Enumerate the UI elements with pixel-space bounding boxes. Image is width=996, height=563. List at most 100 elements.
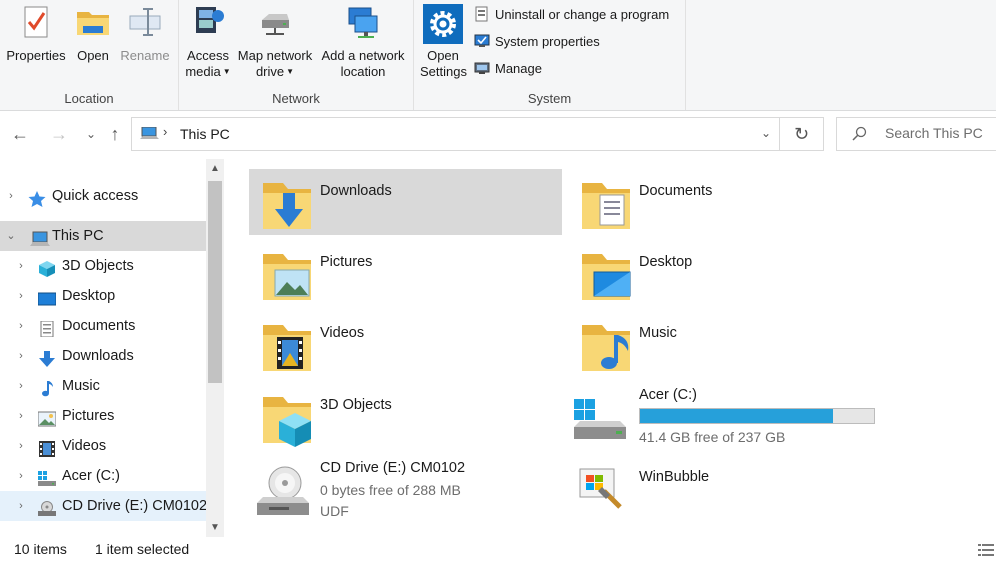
forward-button[interactable]: →: [48, 123, 70, 145]
videos-folder-icon: [259, 317, 315, 375]
nav-item-videos[interactable]: › Videos: [0, 431, 206, 461]
winbubble-icon: [576, 465, 632, 523]
folder-tile-3d-objects[interactable]: 3D Objects: [249, 383, 562, 449]
properties-icon: [18, 4, 54, 40]
chevron-right-icon[interactable]: ›: [14, 401, 28, 431]
chevron-right-icon[interactable]: ›: [14, 341, 28, 371]
nav-item-documents[interactable]: › Documents: [0, 311, 206, 341]
chevron-right-icon[interactable]: ›: [4, 181, 18, 211]
network-drive-icon: [257, 4, 293, 40]
folder-tile-videos[interactable]: Videos: [249, 311, 562, 377]
chevron-right-icon[interactable]: ›: [14, 461, 28, 491]
nav-item-this-pc[interactable]: ⌄ This PC: [0, 221, 206, 251]
drive-tile-cd-drive[interactable]: CD Drive (E:) CM0102 0 bytes free of 288…: [249, 455, 562, 527]
content-view: Downloads Documents Pictures Desktop Vid…: [224, 159, 996, 537]
app-tile-winbubble[interactable]: WinBubble: [568, 455, 881, 521]
folder-tile-documents[interactable]: Documents: [568, 169, 881, 235]
address-bar[interactable]: › This PC ⌄: [131, 117, 780, 151]
status-selection-count: 1 item selected: [95, 541, 190, 557]
documents-folder-icon: [578, 175, 634, 233]
gear-icon: [423, 4, 463, 44]
nav-item-music[interactable]: › Music: [0, 371, 206, 401]
nav-item-cd-drive[interactable]: › CD Drive (E:) CM0102: [0, 491, 206, 521]
drive-usage-bar: [639, 408, 875, 424]
access-media-button[interactable]: Access media ▼: [183, 4, 233, 80]
properties-button[interactable]: Properties: [4, 4, 68, 64]
details-view-icon[interactable]: [978, 543, 994, 557]
film-icon: [38, 438, 56, 457]
chevron-right-icon[interactable]: ›: [14, 311, 28, 341]
download-arrow-icon: [38, 348, 56, 367]
chevron-right-icon[interactable]: ›: [14, 281, 28, 311]
this-pc-icon: [30, 228, 50, 246]
chevron-down-icon[interactable]: ⌄: [4, 221, 18, 251]
system-properties-button[interactable]: System properties: [474, 32, 600, 52]
open-button[interactable]: Open: [72, 4, 114, 64]
document-icon: [38, 318, 56, 338]
back-button[interactable]: ←: [9, 123, 31, 145]
cd-drive-icon: [255, 463, 311, 521]
ribbon-group-location: Properties Open Rename Location: [0, 0, 179, 110]
nav-item-downloads[interactable]: › Downloads: [0, 341, 206, 371]
scroll-down-icon[interactable]: ▼: [206, 522, 224, 533]
drive-free-space: 41.4 GB free of 237 GB: [639, 429, 786, 445]
status-bar: 10 items 1 item selected: [0, 537, 996, 563]
search-input[interactable]: [883, 124, 996, 142]
search-box[interactable]: [836, 117, 996, 151]
nav-pane-scrollbar[interactable]: ▲ ▼: [206, 159, 224, 537]
cube-icon: [38, 258, 56, 277]
computer-manage-icon: [474, 60, 490, 76]
nav-item-desktop[interactable]: › Desktop: [0, 281, 206, 311]
map-network-drive-button[interactable]: Map network drive ▼: [235, 4, 315, 80]
chevron-down-icon: ▼: [222, 67, 231, 76]
up-button[interactable]: ↑: [104, 123, 126, 145]
scroll-up-icon[interactable]: ▲: [206, 163, 224, 174]
rename-icon: [127, 4, 163, 40]
nav-item-pictures[interactable]: › Pictures: [0, 401, 206, 431]
open-settings-button[interactable]: Open Settings: [420, 4, 467, 80]
folder-tile-desktop[interactable]: Desktop: [568, 240, 881, 306]
windows-drive-icon: [572, 397, 628, 455]
music-note-icon: [38, 378, 56, 397]
breadcrumb-chevron-icon[interactable]: ›: [163, 124, 167, 139]
folder-tile-pictures[interactable]: Pictures: [249, 240, 562, 306]
breadcrumb-this-pc[interactable]: This PC: [180, 126, 230, 142]
media-icon: [190, 4, 226, 40]
folder-tile-music[interactable]: Music: [568, 311, 881, 377]
open-folder-icon: [75, 4, 111, 40]
this-pc-icon: [140, 126, 160, 144]
status-item-count: 10 items: [14, 541, 67, 557]
refresh-button[interactable]: ↻: [780, 117, 824, 151]
star-icon: [28, 188, 46, 207]
uninstall-program-button[interactable]: Uninstall or change a program: [474, 5, 669, 25]
nav-item-3d-objects[interactable]: › 3D Objects: [0, 251, 206, 281]
navigation-bar: ← → ⌄ ↑ › This PC ⌄ ↻: [0, 111, 996, 159]
cd-drive-icon: [38, 498, 56, 516]
address-history-dropdown[interactable]: ⌄: [761, 126, 771, 140]
folder-tile-downloads[interactable]: Downloads: [249, 169, 562, 235]
chevron-right-icon[interactable]: ›: [14, 251, 28, 281]
system-properties-icon: [474, 33, 490, 49]
add-network-location-button[interactable]: Add a network location: [317, 4, 409, 80]
group-label-location: Location: [64, 91, 114, 106]
refresh-icon: ↻: [793, 124, 810, 144]
chevron-right-icon[interactable]: ›: [14, 431, 28, 461]
group-label-network: Network: [272, 91, 320, 106]
navigation-pane: › Quick access ⌄ This PC › 3D Objects › …: [0, 159, 206, 537]
drive-tile-acer-c[interactable]: Acer (C:) 41.4 GB free of 237 GB: [568, 383, 881, 453]
nav-item-acer-c[interactable]: › Acer (C:): [0, 461, 206, 491]
manage-button[interactable]: Manage: [474, 59, 542, 79]
ribbon-group-network: Access media ▼ Map network drive ▼ Add a…: [179, 0, 414, 110]
cd-file-system: UDF: [320, 503, 349, 519]
music-folder-icon: [578, 317, 634, 375]
rename-button[interactable]: Rename: [118, 4, 172, 64]
nav-item-quick-access[interactable]: › Quick access: [0, 181, 206, 211]
group-label-system: System: [527, 91, 572, 106]
recent-locations-button[interactable]: ⌄: [80, 123, 102, 145]
scrollbar-thumb[interactable]: [208, 181, 222, 383]
desktop-icon: [37, 288, 57, 306]
chevron-right-icon[interactable]: ›: [14, 371, 28, 401]
windows-drive-icon: [38, 468, 56, 486]
chevron-right-icon[interactable]: ›: [14, 491, 28, 521]
network-location-icon: [345, 4, 381, 40]
